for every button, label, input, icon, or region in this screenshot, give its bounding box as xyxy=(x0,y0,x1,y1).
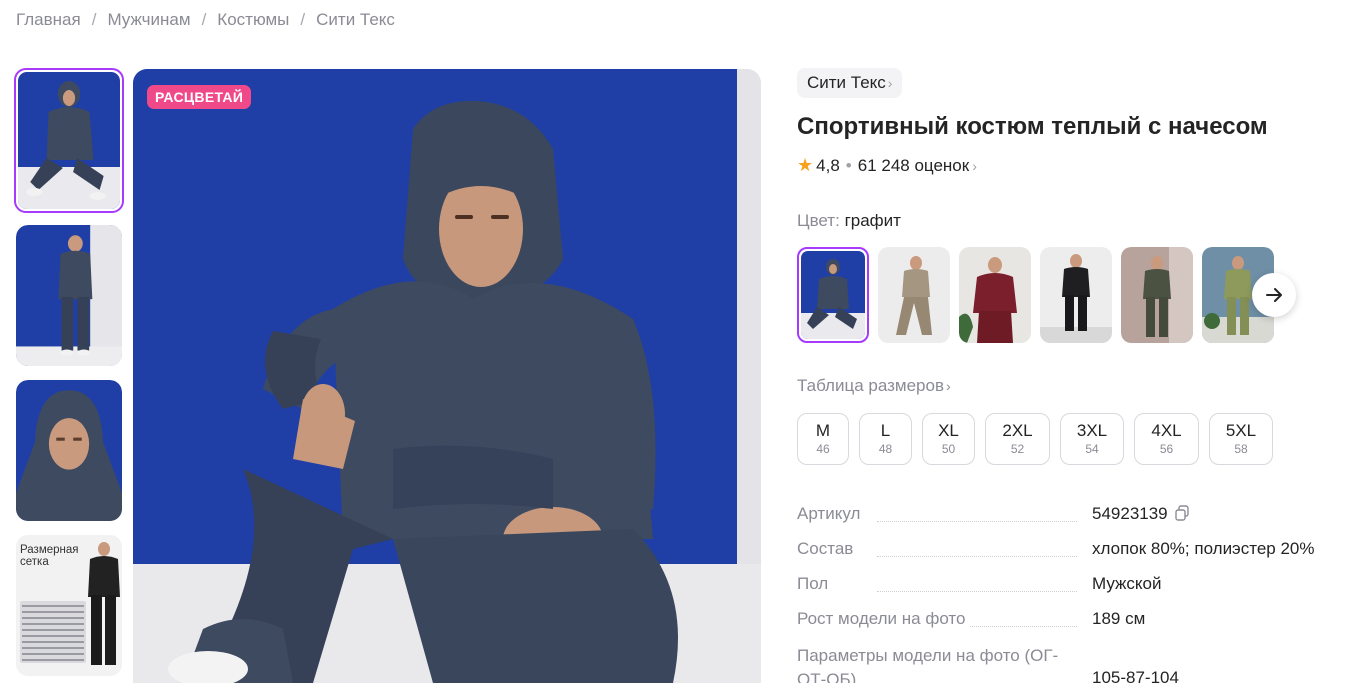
breadcrumb: Главная / Мужчинам / Костюмы / Сити Текс xyxy=(16,10,395,30)
size-ru: 46 xyxy=(816,442,830,456)
swatch-photo xyxy=(1121,247,1193,343)
size-name: 3XL xyxy=(1076,421,1108,440)
spec-row-model-params: Параметры модели на фото (ОГ-ОТ-ОБ) 105-… xyxy=(797,644,1337,683)
reviews-count: 61 248 оценок xyxy=(857,155,970,175)
chevron-right-icon: › xyxy=(945,378,951,394)
size-option[interactable]: 2XL 52 xyxy=(985,413,1050,465)
color-swatch-burgundy[interactable] xyxy=(959,247,1031,343)
thumbnail-photo xyxy=(16,380,122,521)
color-swatch-graphite[interactable] xyxy=(797,247,869,343)
chevron-right-icon: › xyxy=(887,75,893,91)
size-option[interactable]: L 48 xyxy=(859,413,912,465)
chevron-right-icon: › xyxy=(972,157,977,174)
thumbnail-size-chart[interactable]: Размерная сетка xyxy=(16,535,122,676)
thumbnail-2[interactable] xyxy=(16,225,122,366)
size-ru: 50 xyxy=(941,442,956,456)
color-value: графит xyxy=(844,211,901,230)
arrow-right-icon xyxy=(1266,288,1282,302)
swatch-photo xyxy=(801,251,865,339)
color-label-text: Цвет: xyxy=(797,211,840,230)
size-name: L xyxy=(880,421,891,440)
size-ru: 48 xyxy=(878,442,893,456)
size-option[interactable]: M 46 xyxy=(797,413,849,465)
size-option[interactable]: 3XL 54 xyxy=(1060,413,1124,465)
size-ru: 54 xyxy=(1085,442,1099,456)
breadcrumb-home[interactable]: Главная xyxy=(16,10,81,30)
main-product-photo[interactable]: РАСЦВЕТАЙ xyxy=(133,69,761,683)
size-name: 2XL xyxy=(1002,421,1033,440)
breadcrumb-brand[interactable]: Сити Текс xyxy=(316,10,395,30)
color-swatch-khaki[interactable] xyxy=(1121,247,1193,343)
spec-value: 54923139 xyxy=(1092,504,1190,526)
dot-separator: • xyxy=(845,155,852,175)
color-swatch-black[interactable] xyxy=(1040,247,1112,343)
spec-value: хлопок 80%; полиэстер 20% xyxy=(1092,539,1315,558)
spec-value: 189 см xyxy=(1092,609,1146,628)
size-name: 4XL xyxy=(1151,421,1182,440)
size-table-link[interactable]: Таблица размеров › xyxy=(797,376,951,396)
thumbnail-photo xyxy=(18,72,120,209)
breadcrumb-separator: / xyxy=(201,10,207,29)
size-option[interactable]: 4XL 56 xyxy=(1134,413,1199,465)
article-number: 54923139 xyxy=(1092,504,1168,523)
spec-value: 105-87-104 xyxy=(1092,668,1179,683)
brand-name: Сити Текс xyxy=(807,73,886,92)
breadcrumb-separator: / xyxy=(91,10,97,29)
size-name: M xyxy=(815,421,831,440)
spec-key: Рост модели на фото xyxy=(797,609,970,629)
rating-summary[interactable]: ★ 4,8 • 61 248 оценок › xyxy=(797,155,977,176)
size-chart-illustration xyxy=(20,542,120,665)
color-label: Цвет: графит xyxy=(797,211,901,231)
swatch-photo xyxy=(959,247,1031,343)
promo-badge: РАСЦВЕТАЙ xyxy=(147,85,252,109)
dotted-leader xyxy=(877,591,1077,592)
size-ru: 56 xyxy=(1159,442,1174,456)
rating-value: 4,8 xyxy=(816,155,840,175)
spec-key: Состав xyxy=(797,539,858,559)
swatch-photo xyxy=(878,247,950,343)
size-name: 5XL xyxy=(1225,421,1257,440)
dotted-leader xyxy=(877,521,1077,522)
size-option[interactable]: 5XL 58 xyxy=(1209,413,1273,465)
color-swatch-beige[interactable] xyxy=(878,247,950,343)
thumbnail-1[interactable] xyxy=(14,68,124,213)
size-table-label: Таблица размеров xyxy=(797,376,944,395)
size-ru: 58 xyxy=(1234,442,1248,456)
size-name: XL xyxy=(938,421,959,440)
thumbnail-3[interactable] xyxy=(16,380,122,521)
brand-link[interactable]: Сити Текс › xyxy=(797,68,903,98)
size-option[interactable]: XL 50 xyxy=(922,413,975,465)
model-photo xyxy=(133,69,761,683)
swatches-next-button[interactable] xyxy=(1252,273,1296,317)
breadcrumb-suits[interactable]: Костюмы xyxy=(217,10,289,30)
spec-key: Пол xyxy=(797,574,833,594)
size-ru: 52 xyxy=(1010,442,1025,456)
spec-key: Артикул xyxy=(797,504,865,524)
product-title: Спортивный костюм теплый с начесом xyxy=(797,113,1268,140)
dotted-leader xyxy=(877,556,1077,557)
color-swatches xyxy=(797,247,1297,343)
swatch-photo xyxy=(1040,247,1112,343)
copy-icon[interactable] xyxy=(1174,505,1190,526)
spec-value: Мужской xyxy=(1092,574,1162,593)
spec-key: Параметры модели на фото (ОГ-ОТ-ОБ) xyxy=(797,644,1077,683)
breadcrumb-men[interactable]: Мужчинам xyxy=(107,10,190,30)
breadcrumb-separator: / xyxy=(300,10,306,29)
thumbnail-photo xyxy=(16,225,122,366)
star-icon: ★ xyxy=(797,155,814,175)
